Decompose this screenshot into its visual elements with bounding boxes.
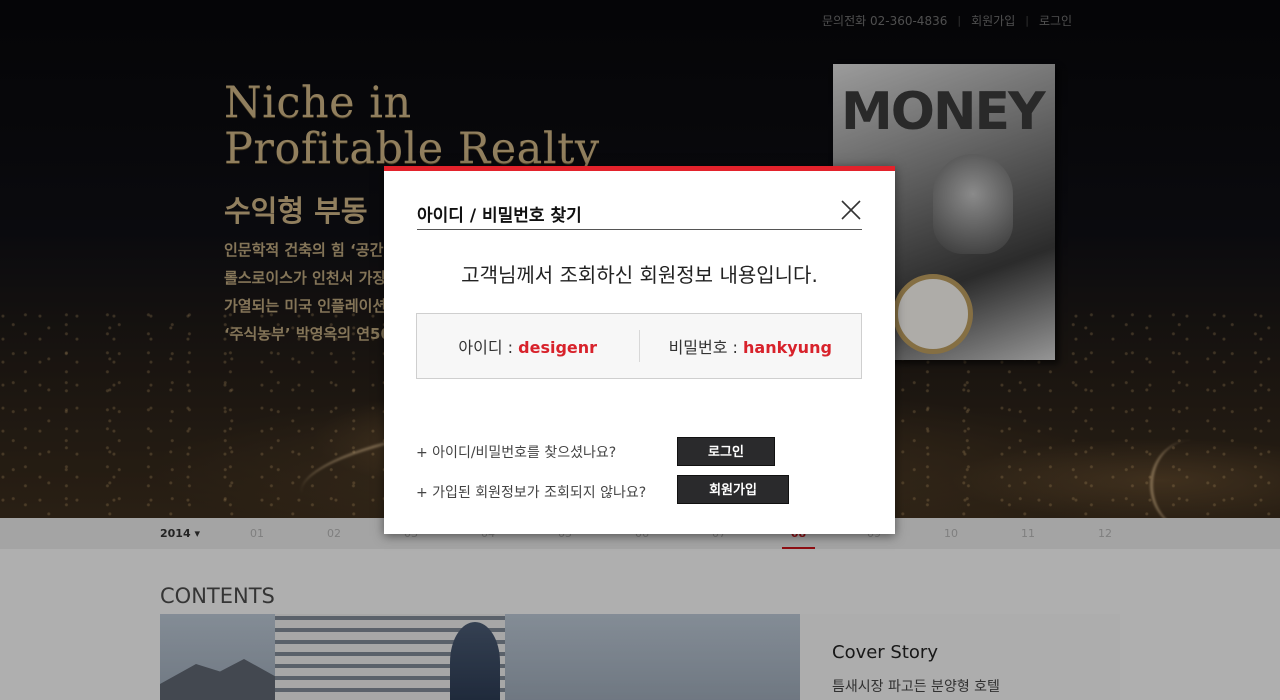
result-message: 고객님께서 조회하신 회원정보 내용입니다.	[461, 263, 818, 287]
id-value: desigenr	[518, 338, 598, 357]
password-value: hankyung	[743, 338, 832, 357]
join-button[interactable]: 회원가입	[677, 475, 789, 504]
password-result: 비밀번호 : hankyung	[640, 334, 862, 358]
title-divider	[417, 229, 862, 230]
password-label: 비밀번호 :	[668, 338, 744, 357]
modal-title: 아이디 / 비밀번호 찾기	[417, 206, 582, 226]
not-found-question: + 가입된 회원정보가 조회되지 않나요?	[416, 485, 647, 501]
close-icon[interactable]	[840, 199, 862, 221]
id-label: 아이디 :	[458, 338, 519, 357]
login-button[interactable]: 로그인	[677, 437, 775, 466]
found-question: + 아이디/비밀번호를 찾으셨나요?	[416, 445, 617, 461]
find-account-modal: 아이디 / 비밀번호 찾기 고객님께서 조회하신 회원정보 내용입니다. 아이디…	[384, 166, 895, 534]
account-result-box: 아이디 : desigenr 비밀번호 : hankyung	[416, 313, 862, 379]
id-result: 아이디 : desigenr	[417, 334, 639, 358]
